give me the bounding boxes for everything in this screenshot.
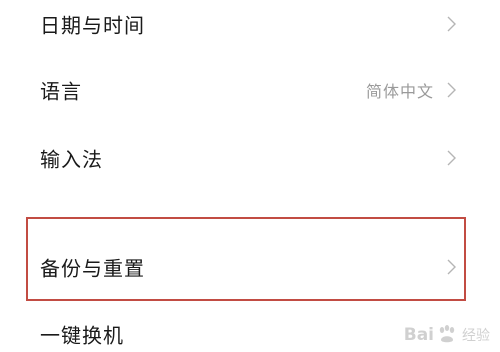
settings-item-label: 输入法 bbox=[40, 147, 103, 172]
settings-item-label: 备份与重置 bbox=[40, 256, 145, 281]
settings-item-value: 简体中文 bbox=[365, 82, 434, 101]
settings-item-date-time[interactable]: 日期与时间 bbox=[0, 0, 500, 48]
settings-page: 日期与时间 语言 简体中文 输入法 备份与重置 一键换机 Bai 经验 bbox=[0, 0, 500, 352]
settings-item-input-method[interactable]: 输入法 bbox=[0, 134, 500, 182]
chevron-right-icon bbox=[447, 150, 456, 166]
settings-item-backup-reset[interactable]: 备份与重置 bbox=[0, 243, 500, 291]
chevron-right-icon bbox=[447, 259, 456, 275]
chevron-right-icon bbox=[447, 16, 456, 32]
settings-item-label: 日期与时间 bbox=[40, 13, 145, 38]
watermark-brand-prefix: Bai bbox=[403, 325, 434, 345]
settings-item-label: 一键换机 bbox=[40, 323, 124, 348]
settings-item-label: 语言 bbox=[40, 79, 82, 104]
settings-item-language[interactable]: 语言 简体中文 bbox=[0, 66, 500, 114]
chevron-right-icon bbox=[447, 82, 456, 98]
watermark-brand-suffix: 经验 bbox=[462, 328, 490, 344]
paw-icon bbox=[436, 324, 458, 346]
baidu-jingyan-watermark: Bai 经验 bbox=[404, 324, 490, 346]
